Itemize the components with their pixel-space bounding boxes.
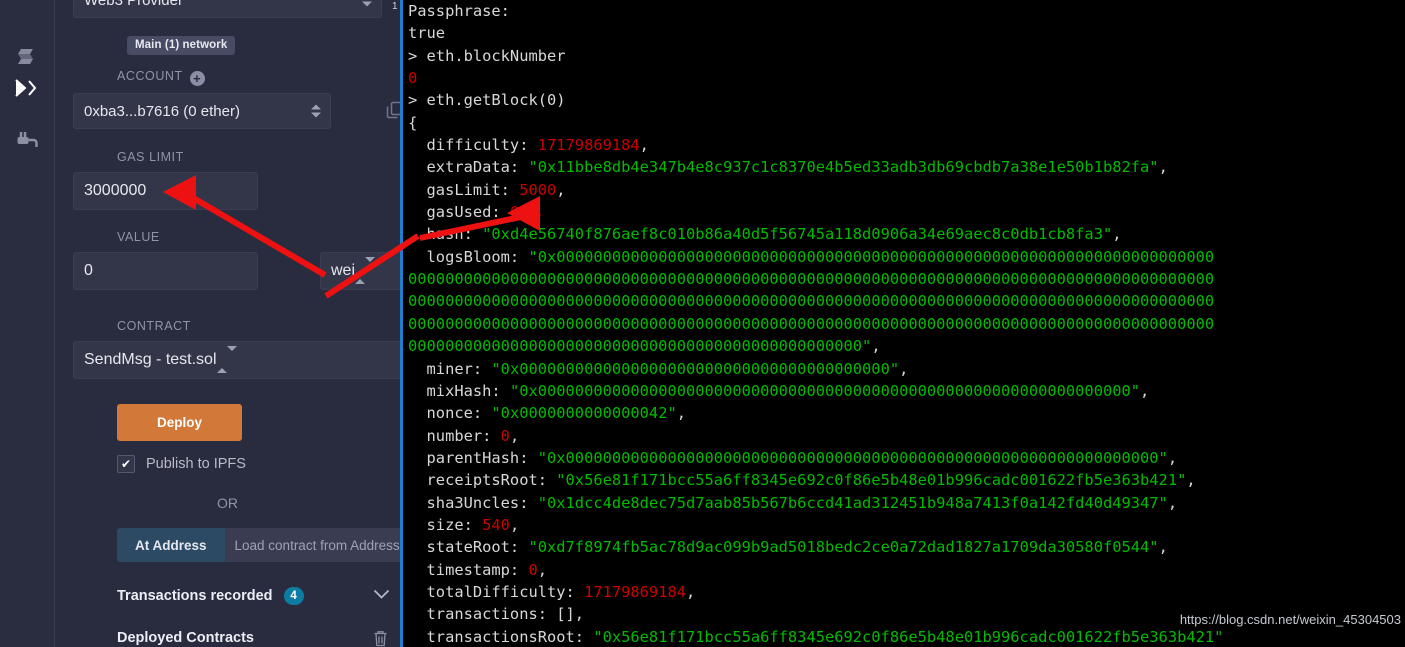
account-value: 0xba3...b7616 (0 ether) xyxy=(84,102,240,120)
console-line: 0000000000000000000000000000000000000000… xyxy=(408,292,1215,311)
deployed-contracts-label: Deployed Contracts xyxy=(117,630,254,646)
transactions-recorded-label: Transactions recorded xyxy=(117,588,273,604)
console-output: Passphrase: true > eth.blockNumber 0 > eth.g… xyxy=(403,0,1405,647)
gas-limit-value: 3000000 xyxy=(84,182,147,199)
console-line: sha3Uncles: "0x1dcc4de8dec75d7aab85b567b… xyxy=(408,493,1178,512)
console-line: > eth.getBlock(0) xyxy=(408,91,566,110)
publish-to-ipfs-row[interactable]: ✔ Publish to IPFS xyxy=(117,455,246,473)
trash-icon[interactable] xyxy=(373,630,388,647)
console-line: true xyxy=(408,24,446,43)
console-line: mixHash: "0x0000000000000000000000000000… xyxy=(408,381,1150,400)
console-line: nonce: "0x0000000000000042", xyxy=(408,404,687,423)
deploy-run-icon[interactable] xyxy=(0,68,54,108)
add-account-icon[interactable]: + xyxy=(189,71,205,86)
console-line: number: 0, xyxy=(408,426,520,445)
value-amount: 0 xyxy=(84,262,93,279)
icon-rail xyxy=(0,0,55,647)
contract-select[interactable]: SendMsg - test.sol xyxy=(73,341,400,379)
console-line: 0000000000000000000000000000000000000000… xyxy=(408,337,881,356)
value-unit: wei xyxy=(331,262,356,279)
value-unit-select[interactable]: wei xyxy=(320,252,400,290)
console-line: Passphrase: xyxy=(408,2,510,20)
console-line: > eth.blockNumber xyxy=(408,46,566,65)
console-line: extraData: "0x11bbe8db4e347b4e8c937c1c83… xyxy=(408,158,1168,177)
environment-value: Web3 Provider xyxy=(84,0,183,9)
transactions-recorded-count: 4 xyxy=(283,587,304,605)
gas-limit-input[interactable]: 3000000 xyxy=(73,172,258,210)
chevron-updown-icon xyxy=(216,346,237,373)
console-line: hash: "0xd4e56740f876aef8c010b86a40d5f56… xyxy=(408,225,1122,244)
console-line: difficulty: 17179869184, xyxy=(408,136,649,155)
chevron-down-icon[interactable] xyxy=(373,588,390,603)
environment-select[interactable]: Web3 Provider xyxy=(73,0,382,18)
or-separator: OR xyxy=(217,495,238,511)
publish-ipfs-checkbox[interactable]: ✔ xyxy=(117,455,135,473)
value-input[interactable]: 0 xyxy=(73,252,258,290)
line-number-gutter: 1 xyxy=(392,1,398,12)
console-line: logsBloom: "0x00000000000000000000000000… xyxy=(408,247,1215,266)
watermark-url: https://blog.csdn.net/weixin_45304503 xyxy=(1179,612,1401,627)
console-line: receiptsRoot: "0x56e81f171bcc55a6ff8345e… xyxy=(408,471,1196,490)
console-line: totalDifficulty: 17179869184, xyxy=(408,582,696,601)
geth-console-terminal[interactable]: Passphrase: true > eth.blockNumber 0 > eth.g… xyxy=(400,0,1405,647)
console-line: miner: "0x000000000000000000000000000000… xyxy=(408,359,909,378)
transactions-recorded-row[interactable]: Transactions recorded 4 xyxy=(117,587,304,605)
chevron-updown-icon xyxy=(311,104,321,118)
console-line: size: 540, xyxy=(408,515,520,534)
console-line: gasUsed: 0, xyxy=(408,203,529,222)
plugin-manager-icon[interactable] xyxy=(0,122,54,162)
publish-ipfs-label: Publish to IPFS xyxy=(146,456,246,472)
chevron-updown-icon xyxy=(355,257,376,284)
account-select[interactable]: 0xba3...b7616 (0 ether) xyxy=(73,93,331,129)
deploy-and-run-panel: Web3 Provider Main (1) network ACCOUNT + … xyxy=(55,0,400,647)
gas-limit-label: GAS LIMIT xyxy=(117,150,184,164)
at-address-input[interactable] xyxy=(224,528,400,562)
deploy-button[interactable]: Deploy xyxy=(117,404,242,441)
value-label: VALUE xyxy=(117,230,160,244)
console-line: parentHash: "0x0000000000000000000000000… xyxy=(408,448,1178,467)
console-line: 0000000000000000000000000000000000000000… xyxy=(408,314,1215,333)
copy-icon[interactable] xyxy=(386,101,400,123)
at-address-row: At Address xyxy=(117,528,400,562)
console-line: timestamp: 0, xyxy=(408,560,548,579)
network-badge: Main (1) network xyxy=(127,36,236,55)
chevron-updown-icon xyxy=(362,0,372,7)
console-line: 0 xyxy=(408,69,418,88)
console-line: transactionsRoot: "0x56e81f171bcc55a6ff8… xyxy=(408,627,1224,646)
console-line: stateRoot: "0xd7f8974fb5ac78d9ac099b9ad5… xyxy=(408,538,1168,557)
contract-label: CONTRACT xyxy=(117,319,191,333)
console-line: { xyxy=(408,113,418,132)
account-label: ACCOUNT + xyxy=(117,69,205,86)
console-line: gasLimit: 5000, xyxy=(408,180,566,199)
contract-value: SendMsg - test.sol xyxy=(84,351,217,368)
at-address-button[interactable]: At Address xyxy=(117,528,225,562)
console-line: 0000000000000000000000000000000000000000… xyxy=(408,270,1215,289)
